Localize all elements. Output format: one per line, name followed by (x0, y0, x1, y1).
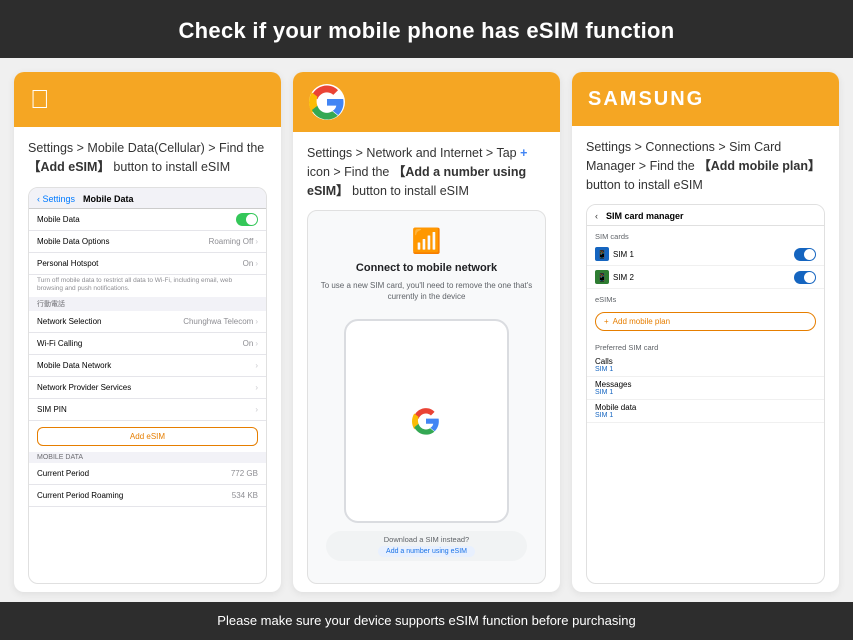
mobile-data-preferred-row: Mobile data SIM 1 (587, 400, 824, 423)
mobile-data-options-row: Mobile Data Options Roaming Off › (29, 231, 266, 253)
apple-card-header:  (14, 72, 281, 127)
plus-icon: + (604, 317, 609, 326)
samsung-description: Settings > Connections > Sim Card Manage… (586, 138, 825, 194)
mobile-data-network-chevron: › (255, 361, 258, 370)
apple-icon:  (30, 84, 50, 115)
sim2-label: SIM 2 (613, 273, 634, 282)
footer-text: Please make sure your device supports eS… (217, 613, 635, 628)
current-period-value: 772 GB (231, 469, 258, 478)
network-provider-chevron: › (255, 383, 258, 392)
sim2-icon: 📱 (595, 270, 609, 284)
network-selection-row: Network Selection Chunghwa Telecom › (29, 311, 266, 333)
sim2-left: 📱 SIM 2 (595, 270, 634, 284)
sim1-row: 📱 SIM 1 (587, 243, 824, 266)
sim1-toggle (794, 248, 816, 261)
google-card: Settings > Network and Internet > Tap + … (293, 72, 560, 592)
samsung-preferred-section: Preferred SIM card (587, 337, 824, 354)
samsung-card-header: SAMSUNG (572, 72, 839, 126)
sim-pin-label: SIM PIN (37, 405, 67, 414)
mobile-data-toggle (236, 213, 258, 226)
samsung-card: SAMSUNG Settings > Connections > Sim Car… (572, 72, 839, 592)
wifi-calling-label: Wi-Fi Calling (37, 339, 82, 348)
google-connect-desc: To use a new SIM card, you'll need to re… (320, 280, 533, 302)
calls-preferred-row: Calls SIM 1 (587, 354, 824, 377)
personal-hotspot-value: On › (243, 259, 258, 268)
sim-pin-chevron: › (255, 405, 258, 414)
current-period-roaming-value: 534 KB (232, 491, 258, 500)
sim1-label: SIM 1 (613, 250, 634, 259)
apple-card:  Settings > Mobile Data(Cellular) > Fin… (14, 72, 281, 592)
messages-label: Messages (595, 380, 816, 389)
mobile-data-network-row: Mobile Data Network › (29, 355, 266, 377)
samsung-esims-section: eSIMs (587, 289, 824, 306)
current-period-label: Current Period (37, 469, 89, 478)
footer-bar: Please make sure your device supports eS… (0, 602, 853, 640)
apple-nav-title: Mobile Data (83, 194, 134, 204)
signal-bars-icon: 📶 (320, 227, 533, 256)
mobile-data-row: Mobile Data (29, 209, 266, 231)
messages-preferred-row: Messages SIM 1 (587, 377, 824, 400)
network-provider-row: Network Provider Services › (29, 377, 266, 399)
calls-sub: SIM 1 (595, 366, 816, 373)
current-period-roaming-row: Current Period Roaming 534 KB (29, 485, 266, 507)
wifi-calling-value: On › (243, 339, 258, 348)
google-phone-mockup: 📶 Connect to mobile network To use a new… (307, 210, 546, 584)
apple-nav-bar: ‹ Settings Mobile Data (29, 188, 266, 209)
network-provider-label: Network Provider Services (37, 383, 131, 392)
google-connect-area: 📶 Connect to mobile network To use a new… (308, 211, 545, 310)
sim-pin-row: SIM PIN › (29, 399, 266, 421)
main-container: Check if your mobile phone has eSIM func… (0, 0, 853, 640)
samsung-back-btn: ‹ (595, 211, 598, 221)
network-selection-value: Chunghwa Telecom › (183, 317, 258, 326)
mobile-data-options-label: Mobile Data Options (37, 237, 109, 246)
mobile-data-label: Mobile Data (37, 215, 80, 224)
personal-hotspot-label: Personal Hotspot (37, 259, 98, 268)
google-description: Settings > Network and Internet > Tap + … (307, 144, 546, 200)
sim2-row: 📱 SIM 2 (587, 266, 824, 289)
current-period-row: Current Period 772 GB (29, 463, 266, 485)
apple-note: Turn off mobile data to restrict all dat… (29, 275, 266, 298)
mobile-data-preferred-label: Mobile data (595, 403, 816, 412)
messages-sub: SIM 1 (595, 389, 816, 396)
title-bar: Check if your mobile phone has eSIM func… (0, 0, 853, 58)
apple-back-btn: ‹ Settings (37, 194, 75, 204)
sim2-toggle (794, 271, 816, 284)
network-selection-label: Network Selection (37, 317, 101, 326)
samsung-sim-cards-section: SIM cards (587, 226, 824, 243)
apple-phone-mockup: ‹ Settings Mobile Data Mobile Data Mobil… (28, 187, 267, 585)
apple-section-carrier: 行動電話 (29, 297, 266, 311)
samsung-nav-title: SIM card manager (606, 211, 684, 221)
google-connect-title: Connect to mobile network (320, 262, 533, 274)
google-download-bar: Download a SIM instead? Add a number usi… (326, 531, 527, 561)
google-logo-icon (309, 84, 345, 120)
sim1-left: 📱 SIM 1 (595, 247, 634, 261)
page-title: Check if your mobile phone has eSIM func… (178, 18, 674, 43)
mobile-data-sub: SIM 1 (595, 412, 816, 419)
samsung-card-body: Settings > Connections > Sim Card Manage… (572, 126, 839, 592)
samsung-phone-mockup: ‹ SIM card manager SIM cards 📱 SIM 1 📱 (586, 204, 825, 584)
calls-label: Calls (595, 357, 816, 366)
add-mobile-plan-button[interactable]: + Add mobile plan (595, 312, 816, 331)
wifi-calling-row: Wi-Fi Calling On › (29, 333, 266, 355)
add-esim-button[interactable]: Add eSIM (37, 427, 258, 446)
google-download-text: Download a SIM instead? (384, 535, 469, 544)
add-number-using-esim-button[interactable]: Add a number using eSIM (378, 546, 475, 557)
mobile-data-network-label: Mobile Data Network (37, 361, 111, 370)
apple-description: Settings > Mobile Data(Cellular) > Find … (28, 139, 267, 177)
sim1-icon: 📱 (595, 247, 609, 261)
google-g-icon (412, 407, 440, 435)
google-card-body: Settings > Network and Internet > Tap + … (293, 132, 560, 592)
current-period-roaming-label: Current Period Roaming (37, 491, 123, 500)
samsung-nav-bar: ‹ SIM card manager (587, 205, 824, 226)
mobile-data-options-value: Roaming Off › (209, 237, 258, 246)
google-phone-inner (344, 319, 510, 523)
google-card-header (293, 72, 560, 132)
add-plan-label: Add mobile plan (613, 317, 670, 326)
mobile-data-section-header: MOBILE DATA (29, 452, 266, 463)
apple-card-body: Settings > Mobile Data(Cellular) > Find … (14, 127, 281, 592)
personal-hotspot-row: Personal Hotspot On › (29, 253, 266, 275)
samsung-brand-text: SAMSUNG (588, 88, 704, 111)
cards-area:  Settings > Mobile Data(Cellular) > Fin… (0, 58, 853, 602)
